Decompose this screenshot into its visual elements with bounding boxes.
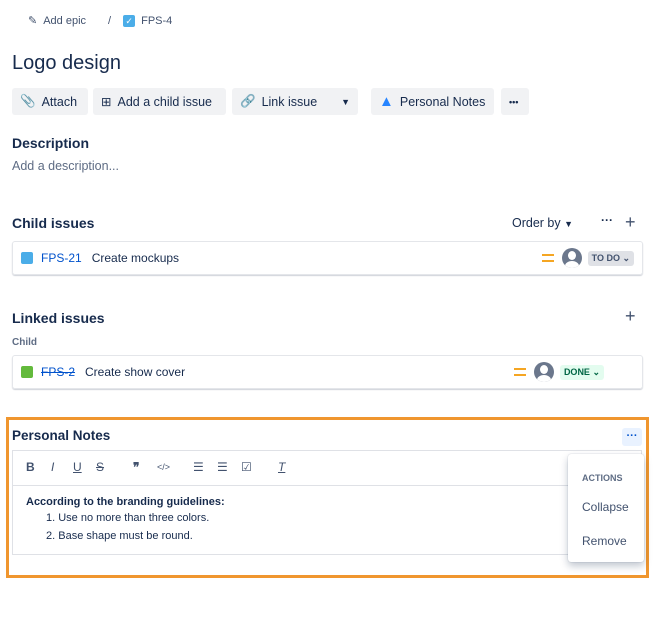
notes-content-heading: According to the branding guidelines: (26, 496, 225, 508)
add-child-label: Add a child issue (117, 94, 212, 109)
add-link-plus-icon[interactable]: + (625, 306, 636, 327)
strikethrough-icon[interactable]: S (96, 460, 104, 474)
story-icon (21, 366, 33, 378)
task-checkbox-icon: ✓ (123, 14, 136, 27)
order-by-button[interactable]: Order by ▼ (512, 216, 573, 230)
code-icon[interactable]: </> (157, 462, 170, 472)
paperclip-icon: 📎 (20, 94, 36, 108)
breadcrumb-separator: / (108, 14, 112, 27)
link-issue-button[interactable]: 🔗 Link issue ▼ (232, 88, 358, 115)
breadcrumb: ✎ Add epic / ✓ FPS-4 (28, 14, 172, 27)
clear-format-icon[interactable]: T (278, 460, 285, 474)
actions-menu: ACTIONS Collapse Remove (568, 454, 644, 562)
add-epic-link[interactable]: Add epic (43, 15, 86, 27)
avatar[interactable] (533, 362, 554, 382)
add-child-issue-button[interactable]: ⊞ Add a child issue (93, 88, 226, 115)
personal-notes-button[interactable]: ▲ Personal Notes (371, 88, 494, 115)
notes-list-item: 2. Base shape must be round. (46, 530, 193, 542)
more-actions-button[interactable]: ••• (501, 88, 529, 115)
italic-icon[interactable]: I (51, 460, 54, 474)
description-heading: Description (12, 135, 90, 151)
child-issues-heading: Child issues (12, 215, 95, 231)
order-by-label: Order by (512, 216, 561, 230)
personal-notes-label: Personal Notes (399, 94, 486, 109)
list-item-text: Base shape must be round. (58, 530, 193, 542)
hierarchy-icon: ⊞ (101, 95, 112, 109)
status-label: TO DO (591, 252, 620, 263)
description-input[interactable]: Add a description... (12, 159, 119, 173)
issue-key-link[interactable]: FPS-4 (141, 15, 172, 27)
issue-key-link[interactable]: FPS-2 (41, 365, 75, 379)
atlassian-logo-icon: ▲ (379, 93, 394, 110)
status-dropdown[interactable]: DONE ⌄ (559, 364, 604, 380)
status-dropdown[interactable]: TO DO ⌄ (587, 250, 634, 266)
menu-item-collapse[interactable]: Collapse (582, 500, 629, 514)
menu-heading: ACTIONS (582, 473, 623, 483)
underline-icon[interactable]: U (73, 460, 82, 474)
linked-issues-heading: Linked issues (12, 310, 105, 326)
chevron-down-icon: ▼ (564, 219, 574, 229)
issue-key-link[interactable]: FPS-21 (41, 251, 82, 265)
issue-summary[interactable]: Create mockups (92, 251, 179, 265)
list-item-text: Use no more than three colors. (58, 512, 210, 524)
checklist-icon[interactable]: ☑ (241, 460, 252, 474)
page-title[interactable]: Logo design (12, 52, 121, 75)
issue-summary[interactable]: Create show cover (85, 365, 185, 379)
toolbar-divider (12, 485, 642, 486)
notes-heading: Personal Notes (12, 428, 111, 443)
bullet-list-icon[interactable]: ☰ (217, 460, 228, 474)
link-icon: 🔗 (240, 94, 256, 108)
chevron-down-icon[interactable]: ▼ (341, 97, 350, 107)
quote-icon[interactable]: ❞ (133, 460, 139, 474)
attach-button[interactable]: 📎 Attach (12, 88, 88, 115)
bold-icon[interactable]: B (26, 460, 35, 474)
status-label: DONE (563, 366, 590, 377)
attach-label: Attach (41, 94, 78, 109)
notes-more-button[interactable]: ··· (622, 428, 642, 446)
child-more-icon[interactable]: ··· (601, 213, 613, 227)
subtask-icon (21, 252, 33, 264)
priority-medium-icon (513, 368, 526, 376)
menu-item-remove[interactable]: Remove (582, 534, 627, 548)
link-type-label: Child (12, 337, 37, 348)
add-child-plus-icon[interactable]: + (625, 212, 636, 233)
priority-medium-icon (541, 254, 554, 262)
link-issue-label: Link issue (261, 94, 318, 109)
notes-list-item: 1. Use no more than three colors. (46, 512, 210, 524)
ordered-list-icon[interactable]: ☰ (193, 460, 204, 474)
pencil-icon: ✎ (28, 15, 38, 27)
avatar[interactable] (561, 248, 582, 268)
linked-issue-row[interactable]: FPS-2 Create show cover DONE ⌄ (12, 355, 643, 389)
child-issue-row[interactable]: FPS-21 Create mockups TO DO ⌄ (12, 241, 643, 275)
